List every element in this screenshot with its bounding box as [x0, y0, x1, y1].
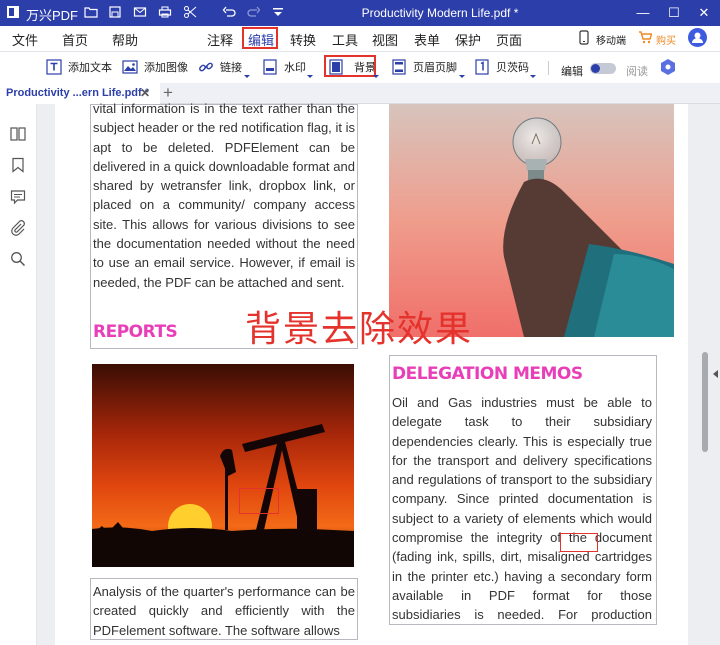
read-mode-label: 阅读: [626, 66, 648, 78]
vertical-scrollbar[interactable]: [702, 352, 708, 452]
watermark-dropdown-icon[interactable]: [307, 75, 313, 78]
menu-tools[interactable]: 工具: [332, 30, 358, 49]
text-box-icon: [46, 59, 62, 75]
image-icon: [122, 60, 138, 74]
removed-area-marker: [560, 533, 598, 552]
toggle-knob: [591, 64, 600, 73]
tab-close-button[interactable]: ✕: [140, 86, 150, 100]
link-label: 链接: [220, 62, 242, 74]
edit-toolbar: 添加文本 添加图像 链接 水印 背景 页眉页脚 贝茨码 编辑 阅读: [0, 52, 720, 82]
mobile-icon[interactable]: [578, 30, 590, 45]
page-number-button[interactable]: 贝茨码: [474, 58, 529, 76]
close-button[interactable]: ✕: [692, 2, 716, 24]
link-button[interactable]: 链接: [198, 58, 242, 76]
menu-page[interactable]: 页面: [496, 30, 522, 49]
window-title: Productivity Modern Life.pdf *: [361, 6, 519, 20]
watermark-icon: [263, 59, 277, 75]
search-icon[interactable]: [10, 251, 26, 267]
toolbar-divider: [548, 61, 549, 75]
menu-view[interactable]: 视图: [372, 30, 398, 49]
attachment-icon[interactable]: [10, 220, 26, 236]
menu-protect[interactable]: 保护: [455, 30, 481, 49]
delegation-heading[interactable]: DELEGATION MEMOS: [392, 364, 583, 384]
minimize-button[interactable]: —: [631, 2, 655, 24]
menu-annotate[interactable]: 注释: [207, 30, 233, 49]
menu-convert[interactable]: 转换: [290, 30, 316, 49]
menu-help[interactable]: 帮助: [112, 30, 138, 49]
add-image-button[interactable]: 添加图像: [122, 58, 188, 76]
buy-label[interactable]: 购买: [656, 32, 676, 47]
pdf-page: vital information is in the text rather …: [55, 101, 688, 645]
menu-home[interactable]: 首页: [62, 30, 88, 49]
header-footer-dropdown-icon[interactable]: [459, 75, 465, 78]
watermark-label: 水印: [284, 62, 306, 74]
add-text-label: 添加文本: [68, 62, 112, 74]
active-menu-highlight: [242, 27, 278, 49]
collapse-right-panel-icon[interactable]: [713, 370, 718, 378]
header-footer-icon: [392, 59, 406, 75]
add-text-button[interactable]: 添加文本: [46, 58, 112, 76]
background-removal-caption: 背景去除效果: [245, 309, 474, 350]
link-dropdown-icon[interactable]: [244, 75, 250, 78]
comment-icon[interactable]: [10, 189, 26, 205]
background-button-highlight: [324, 55, 376, 77]
mobile-label[interactable]: 移动端: [596, 32, 626, 47]
background-dropdown-icon[interactable]: [373, 75, 379, 78]
edit-mode-label: 编辑: [561, 66, 583, 78]
bookmark-icon[interactable]: [10, 157, 26, 173]
settings-icon[interactable]: [659, 58, 677, 76]
tab-label: Productivity ...ern Life.pdf *: [6, 87, 150, 99]
edit-read-toggle[interactable]: [590, 63, 616, 74]
oil-pump-sunset-photo[interactable]: [92, 364, 354, 567]
left-sidebar: [0, 104, 44, 645]
thumbnails-icon[interactable]: [10, 126, 26, 142]
maximize-button[interactable]: ☐: [662, 2, 686, 24]
menu-file[interactable]: 文件: [12, 30, 38, 49]
title-bar: 万兴PDF Productivity Modern Life.pdf * — ☐…: [0, 0, 720, 26]
page-number-dropdown-icon[interactable]: [530, 75, 536, 78]
header-footer-label: 页眉页脚: [413, 62, 457, 74]
cart-icon[interactable]: [638, 30, 652, 44]
menu-bar: 文件 首页 帮助 注释 编辑 转换 工具 视图 表单 保护 页面 移动端 购买: [0, 26, 720, 50]
add-image-label: 添加图像: [144, 62, 188, 74]
delegation-paragraph[interactable]: Oil and Gas industries must be able to d…: [392, 393, 652, 625]
analysis-paragraph[interactable]: Analysis of the quarter's performance ca…: [93, 582, 355, 644]
page-number-label: 贝茨码: [496, 62, 529, 74]
reports-heading[interactable]: REPORTS: [93, 322, 178, 342]
menu-form[interactable]: 表单: [414, 30, 440, 49]
removed-area-marker: [239, 488, 279, 514]
avatar[interactable]: [688, 28, 707, 47]
header-footer-button[interactable]: 页眉页脚: [391, 58, 457, 76]
bates-number-icon: [475, 59, 489, 75]
watermark-button[interactable]: 水印: [262, 58, 306, 76]
link-icon: [199, 62, 213, 72]
